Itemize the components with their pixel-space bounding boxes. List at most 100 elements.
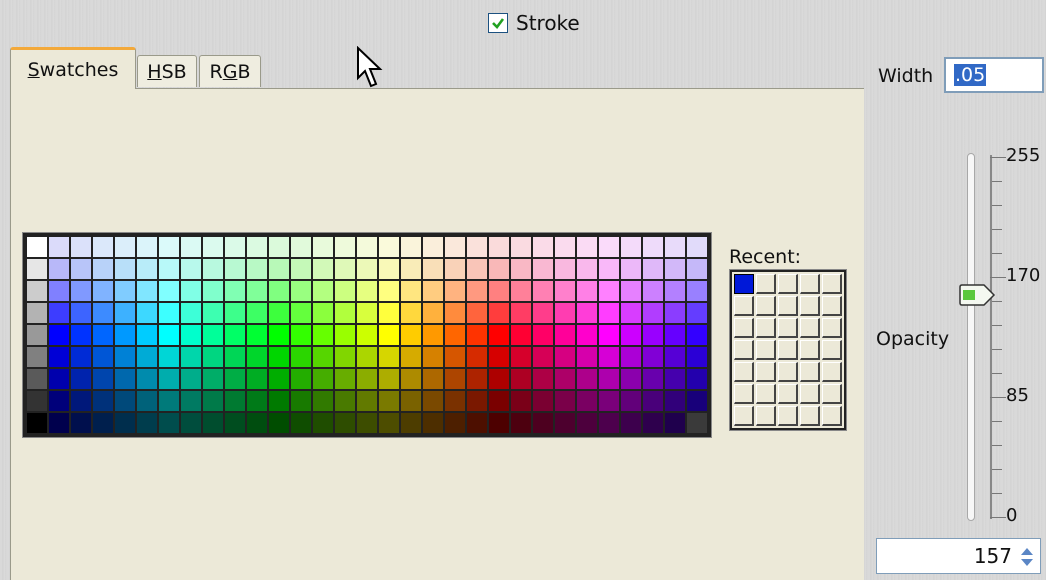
color-swatch[interactable]: [71, 347, 91, 367]
color-swatch[interactable]: [621, 369, 641, 389]
recent-swatch[interactable]: [800, 362, 820, 382]
recent-swatch[interactable]: [778, 384, 798, 404]
width-input[interactable]: .05: [944, 57, 1044, 93]
color-swatch[interactable]: [27, 369, 47, 389]
color-swatch[interactable]: [379, 325, 399, 345]
color-swatch[interactable]: [665, 237, 685, 257]
color-swatch[interactable]: [335, 369, 355, 389]
color-swatch[interactable]: [401, 391, 421, 411]
color-swatch[interactable]: [489, 369, 509, 389]
color-swatch[interactable]: [379, 391, 399, 411]
recent-swatch[interactable]: [756, 340, 776, 360]
recent-swatch[interactable]: [756, 274, 776, 294]
recent-swatch[interactable]: [756, 296, 776, 316]
recent-swatch[interactable]: [778, 296, 798, 316]
recent-swatch[interactable]: [778, 362, 798, 382]
color-swatch[interactable]: [511, 413, 531, 433]
color-swatch[interactable]: [49, 347, 69, 367]
color-swatch[interactable]: [93, 259, 113, 279]
color-swatch[interactable]: [203, 325, 223, 345]
color-swatch[interactable]: [511, 259, 531, 279]
color-swatch[interactable]: [137, 325, 157, 345]
color-swatch[interactable]: [379, 347, 399, 367]
color-swatch[interactable]: [27, 413, 47, 433]
color-swatch[interactable]: [181, 303, 201, 323]
color-swatch[interactable]: [555, 237, 575, 257]
color-swatch[interactable]: [313, 303, 333, 323]
recent-swatch[interactable]: [756, 406, 776, 426]
color-swatch[interactable]: [335, 325, 355, 345]
opacity-spinner[interactable]: 157: [876, 538, 1041, 574]
color-swatch[interactable]: [269, 391, 289, 411]
color-swatch[interactable]: [49, 413, 69, 433]
color-swatch[interactable]: [137, 369, 157, 389]
color-swatch[interactable]: [71, 369, 91, 389]
color-swatch[interactable]: [115, 325, 135, 345]
color-swatch[interactable]: [357, 413, 377, 433]
spinner-arrows-icon[interactable]: [1018, 545, 1036, 569]
color-swatch[interactable]: [137, 347, 157, 367]
color-swatch[interactable]: [93, 303, 113, 323]
color-swatch[interactable]: [423, 303, 443, 323]
color-swatch[interactable]: [643, 347, 663, 367]
color-swatch[interactable]: [247, 303, 267, 323]
color-swatch[interactable]: [489, 259, 509, 279]
color-swatch[interactable]: [181, 325, 201, 345]
color-swatch[interactable]: [687, 325, 707, 345]
color-swatch[interactable]: [137, 237, 157, 257]
color-swatch[interactable]: [599, 259, 619, 279]
color-swatch[interactable]: [159, 259, 179, 279]
color-swatch[interactable]: [599, 347, 619, 367]
recent-swatch[interactable]: [800, 274, 820, 294]
color-swatch[interactable]: [511, 369, 531, 389]
color-swatch[interactable]: [93, 369, 113, 389]
color-swatch[interactable]: [533, 391, 553, 411]
recent-swatch[interactable]: [800, 318, 820, 338]
color-swatch[interactable]: [71, 259, 91, 279]
color-swatch[interactable]: [577, 237, 597, 257]
color-swatch[interactable]: [687, 391, 707, 411]
color-swatch[interactable]: [533, 259, 553, 279]
color-swatch[interactable]: [93, 347, 113, 367]
color-swatch[interactable]: [313, 391, 333, 411]
color-swatch[interactable]: [27, 325, 47, 345]
color-swatch[interactable]: [577, 325, 597, 345]
color-swatch[interactable]: [401, 369, 421, 389]
color-swatch[interactable]: [489, 391, 509, 411]
color-swatch[interactable]: [621, 303, 641, 323]
color-swatch[interactable]: [181, 237, 201, 257]
color-swatch[interactable]: [357, 347, 377, 367]
recent-swatch[interactable]: [734, 318, 754, 338]
color-swatch[interactable]: [467, 325, 487, 345]
color-swatch[interactable]: [181, 259, 201, 279]
color-swatch[interactable]: [599, 281, 619, 301]
color-swatch[interactable]: [225, 259, 245, 279]
color-swatch[interactable]: [467, 303, 487, 323]
recent-swatch[interactable]: [778, 318, 798, 338]
stroke-checkbox[interactable]: [488, 13, 508, 33]
color-swatch[interactable]: [115, 391, 135, 411]
color-swatch[interactable]: [335, 391, 355, 411]
color-swatch[interactable]: [335, 347, 355, 367]
color-swatch[interactable]: [445, 281, 465, 301]
opacity-slider-track[interactable]: [967, 153, 975, 521]
color-swatch[interactable]: [577, 413, 597, 433]
color-swatch[interactable]: [577, 347, 597, 367]
stroke-toggle[interactable]: Stroke: [488, 11, 580, 35]
color-swatch[interactable]: [401, 281, 421, 301]
color-swatch[interactable]: [687, 237, 707, 257]
color-swatch[interactable]: [269, 303, 289, 323]
color-swatch[interactable]: [621, 325, 641, 345]
color-swatch[interactable]: [159, 325, 179, 345]
color-swatch[interactable]: [555, 347, 575, 367]
color-swatch[interactable]: [335, 413, 355, 433]
color-swatch[interactable]: [159, 237, 179, 257]
color-swatch[interactable]: [401, 303, 421, 323]
color-swatch[interactable]: [291, 259, 311, 279]
color-swatch[interactable]: [687, 347, 707, 367]
color-swatch[interactable]: [445, 325, 465, 345]
color-swatch[interactable]: [93, 391, 113, 411]
color-swatch[interactable]: [71, 281, 91, 301]
recent-swatch[interactable]: [734, 274, 754, 294]
color-swatch[interactable]: [489, 347, 509, 367]
